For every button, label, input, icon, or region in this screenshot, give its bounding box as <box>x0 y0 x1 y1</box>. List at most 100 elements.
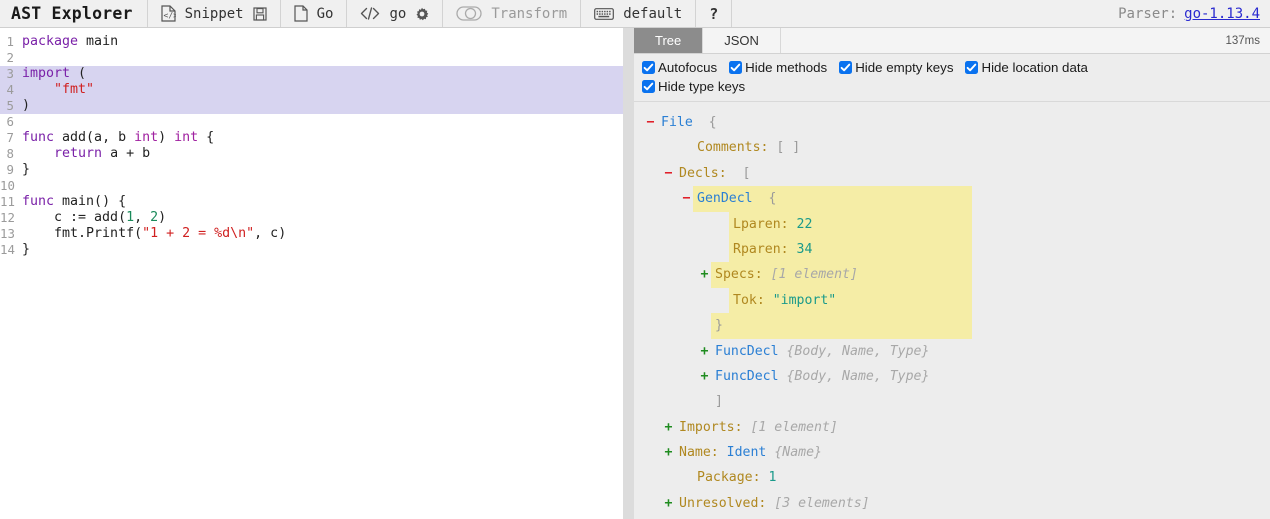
option-label: Hide methods <box>745 60 828 75</box>
expand-toggle-icon[interactable]: + <box>698 262 711 287</box>
code-file-icon[interactable]: </> <box>161 5 176 22</box>
help-icon[interactable]: ? <box>709 5 718 23</box>
keyboard-icon[interactable] <box>594 7 615 21</box>
code-token: main <box>78 34 119 49</box>
gear-icon[interactable] <box>415 7 429 21</box>
code-line[interactable]: 2 <box>0 50 623 66</box>
tree-row[interactable]: Rparen: 34 <box>644 236 1270 263</box>
tree-row[interactable]: Tok: "import" <box>644 287 1270 314</box>
transform-label[interactable]: Transform <box>491 6 567 22</box>
tree-row[interactable]: − File { <box>644 110 1270 135</box>
tab-tree[interactable]: Tree <box>634 28 704 53</box>
code-line[interactable]: 11 func main() { <box>0 194 623 210</box>
code-token: "fmt" <box>54 82 95 97</box>
tree-node-type[interactable]: Ident <box>727 445 767 460</box>
tree-node-punct <box>789 212 797 237</box>
keymap-label[interactable]: default <box>623 6 682 22</box>
code-token: { <box>198 130 215 145</box>
code-line[interactable]: 7 func add(a, b int) int { <box>0 130 623 146</box>
parser-version-link[interactable]: go-1.13.4 <box>1184 6 1260 22</box>
option-hide-type-keys[interactable]: Hide type keys <box>642 77 745 96</box>
code-line[interactable]: 9} <box>0 162 623 178</box>
code-line[interactable]: 1 package main <box>0 34 623 50</box>
code-line[interactable]: 14} <box>0 242 623 258</box>
expand-toggle-icon[interactable]: + <box>698 339 711 364</box>
tree-row[interactable]: } <box>644 313 1270 339</box>
language-label[interactable]: Go <box>317 6 334 22</box>
code-line[interactable]: 13 fmt.Printf("1 + 2 = %d\n", c) <box>0 226 623 242</box>
tree-row[interactable]: Package: 1 <box>644 465 1270 490</box>
checkbox-checked-icon[interactable] <box>965 61 979 74</box>
tree-row[interactable]: Lparen: 22 <box>644 211 1270 237</box>
checkbox-checked-icon[interactable] <box>839 61 853 74</box>
parser-name-label[interactable]: go <box>389 6 406 22</box>
checkbox-checked-icon[interactable] <box>642 80 655 93</box>
checkbox-checked-icon[interactable] <box>642 61 655 74</box>
tree-node-meta: {Name} <box>774 445 822 461</box>
collapse-toggle-icon[interactable]: − <box>662 161 675 186</box>
code-line[interactable]: 10 <box>0 178 623 194</box>
code-editor[interactable]: 1 package main 2 3 import (4 "fmt" 5) 6 7 func a… <box>0 28 623 258</box>
tree-node-type[interactable]: FuncDecl <box>715 344 779 359</box>
collapse-toggle-icon[interactable]: − <box>680 186 693 211</box>
checkbox-checked-icon[interactable] <box>729 61 743 74</box>
expand-toggle-icon[interactable]: + <box>698 364 711 389</box>
tree-row[interactable]: + Name: Ident {Name} <box>644 440 1270 465</box>
code-token: return <box>54 146 103 161</box>
option-hide-methods[interactable]: Hide methods <box>729 58 827 77</box>
tree-node-key: Imports: <box>679 419 743 435</box>
code-line[interactable]: 6 <box>0 114 623 130</box>
tree-row[interactable]: + FuncDecl {Body, Name, Type} <box>644 364 1270 389</box>
code-token: , c) <box>254 226 287 241</box>
code-line[interactable]: 8 return a + b <box>0 146 623 162</box>
tab-json[interactable]: JSON <box>703 28 781 53</box>
tree-node-type[interactable]: GenDecl <box>697 186 753 211</box>
save-floppy-icon[interactable] <box>253 6 267 21</box>
tree-node-content: Specs: [1 element] <box>711 262 972 288</box>
option-autofocus[interactable]: Autofocus <box>642 58 717 77</box>
tree-node-type[interactable]: FuncDecl <box>715 369 779 384</box>
option-hide-empty-keys[interactable]: Hide empty keys <box>839 58 953 77</box>
tree-node-type[interactable]: File <box>661 115 693 130</box>
tree-row[interactable]: ] <box>644 389 1270 414</box>
code-token: ) <box>158 210 167 225</box>
code-line[interactable]: 12 c := add(1, 2) <box>0 210 623 226</box>
tree-node-content: Rparen: 34 <box>729 236 972 263</box>
new-file-icon[interactable] <box>294 5 308 22</box>
tree-row[interactable]: Comments: [ ] <box>644 135 1270 160</box>
tree-row[interactable]: + Imports: [1 element] <box>644 415 1270 440</box>
toggle-switch-off-icon[interactable] <box>456 6 482 21</box>
tree-node-content: FuncDecl {Body, Name, Type} <box>711 339 929 364</box>
tree-node-key: Lparen: <box>733 216 789 232</box>
collapse-toggle-icon[interactable]: − <box>644 110 657 135</box>
code-line-content: "fmt" <box>22 82 94 98</box>
tree-row[interactable]: − Decls: [ <box>644 161 1270 186</box>
tree-node-punct: { <box>752 191 777 207</box>
tree-node-meta: [1 element] <box>750 419 838 435</box>
expand-toggle-icon[interactable]: + <box>662 415 675 440</box>
code-line[interactable]: 3 import ( <box>0 66 623 82</box>
tree-row[interactable]: + FuncDecl {Body, Name, Type} <box>644 339 1270 364</box>
tree-node-key: Comments: <box>697 140 769 156</box>
tree-row[interactable]: + Unresolved: [3 elements] <box>644 491 1270 516</box>
tree-row[interactable]: − GenDecl { <box>644 186 1270 212</box>
ast-tree[interactable]: − File { Comments: [ ] − Decls: [− GenDecl {… <box>634 102 1270 519</box>
tree-node-content: Decls: [ <box>675 161 750 186</box>
keymap-group: default <box>581 0 697 27</box>
tree-row[interactable]: + Specs: [1 element] <box>644 262 1270 288</box>
code-line[interactable]: 4 "fmt" <box>0 82 623 98</box>
pane-splitter[interactable] <box>623 28 634 519</box>
expand-toggle-icon[interactable]: + <box>662 440 675 465</box>
code-line-content: import ( <box>22 66 86 82</box>
main-toolbar: AST Explorer </> Snippet Go go Transform… <box>0 0 1270 28</box>
option-label: Hide location data <box>981 60 1088 75</box>
snippet-label[interactable]: Snippet <box>185 6 244 22</box>
code-editor-pane[interactable]: 1 package main 2 3 import (4 "fmt" 5) 6 7 func a… <box>0 28 623 519</box>
tree-node-content: ] <box>711 389 723 414</box>
option-hide-location-data[interactable]: Hide location data <box>965 58 1088 77</box>
code-line[interactable]: 5) <box>0 98 623 114</box>
expand-toggle-icon[interactable]: + <box>662 491 675 516</box>
code-brackets-icon[interactable] <box>360 7 380 20</box>
